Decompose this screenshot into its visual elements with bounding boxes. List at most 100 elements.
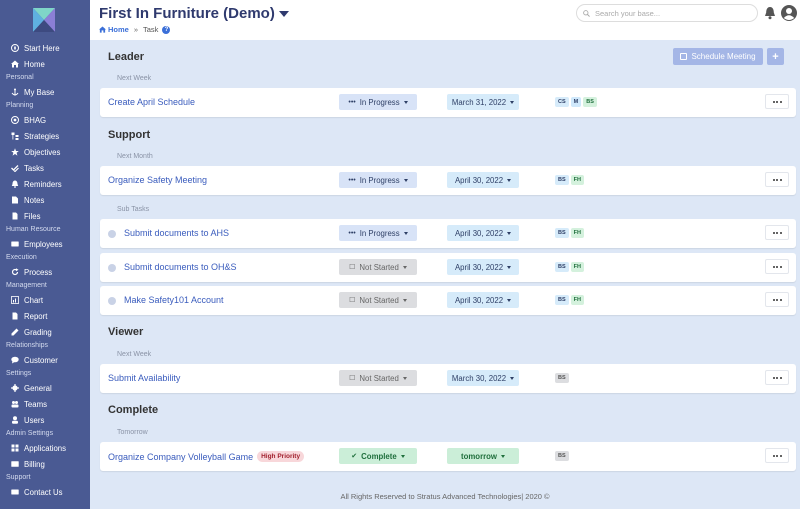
due-date-label: March 30, 2022 bbox=[451, 373, 507, 383]
more-options-button[interactable] bbox=[765, 259, 789, 274]
target-icon bbox=[10, 116, 19, 125]
page-title: First In Furniture (Demo) bbox=[99, 5, 275, 22]
calendar-icon bbox=[680, 53, 688, 60]
assignee-badge[interactable]: BS bbox=[583, 97, 597, 107]
more-options-button[interactable] bbox=[765, 94, 789, 109]
search-input[interactable] bbox=[595, 8, 745, 18]
task-name-link[interactable]: Make Safety101 Account bbox=[124, 295, 224, 305]
due-date-dropdown[interactable]: March 31, 2022 bbox=[447, 94, 519, 110]
status-dropdown[interactable]: ☐ Not Started bbox=[339, 370, 417, 386]
caret-down-icon bbox=[403, 231, 408, 235]
assignee-badge[interactable]: BS bbox=[555, 451, 569, 461]
sidebar-item-grading[interactable]: Grading bbox=[0, 324, 90, 340]
user-avatar-icon[interactable] bbox=[781, 5, 797, 21]
more-options-button[interactable] bbox=[765, 225, 789, 240]
sidebar-item-notes[interactable]: Notes bbox=[0, 192, 90, 208]
due-date-dropdown[interactable]: April 30, 2022 bbox=[447, 259, 519, 275]
status-dropdown[interactable]: ••• In Progress bbox=[339, 94, 417, 110]
assignee-badge[interactable]: BS bbox=[555, 295, 569, 305]
sidebar-item-contact-us[interactable]: Contact Us bbox=[0, 484, 90, 500]
due-date-dropdown[interactable]: April 30, 2022 bbox=[447, 172, 519, 188]
due-date-dropdown[interactable]: April 30, 2022 bbox=[447, 225, 519, 241]
assignee-badge[interactable]: BS bbox=[555, 175, 569, 185]
sidebar-item-teams[interactable]: Teams bbox=[0, 396, 90, 412]
sidebar-item-reminders[interactable]: Reminders bbox=[0, 176, 90, 192]
sidebar-item-files[interactable]: Files bbox=[0, 208, 90, 224]
sidebar-item-label: Objectives bbox=[24, 147, 61, 157]
notifications-bell-icon[interactable] bbox=[763, 6, 777, 20]
more-options-button[interactable] bbox=[765, 370, 789, 385]
sidebar-item-customer[interactable]: Customer bbox=[0, 352, 90, 368]
status-label: Not Started bbox=[359, 373, 399, 383]
sidebar-section-human-resource: Human Resource bbox=[6, 226, 61, 233]
due-date-dropdown[interactable]: April 30, 2022 bbox=[447, 292, 519, 308]
task-name-link[interactable]: Create April Schedule bbox=[108, 97, 195, 107]
sidebar-item-users[interactable]: Users bbox=[0, 412, 90, 428]
anchor-icon bbox=[10, 88, 19, 97]
more-options-button[interactable] bbox=[765, 172, 789, 187]
due-date-label: March 31, 2022 bbox=[451, 97, 507, 107]
group-subheading: Next Week bbox=[117, 75, 152, 82]
task-row: Organize Safety Meeting ••• In Progress A… bbox=[100, 166, 796, 195]
caret-down-icon bbox=[402, 265, 407, 269]
help-icon[interactable]: ? bbox=[162, 25, 171, 34]
task-name-link[interactable]: Organize Company Volleyball Game High Pri… bbox=[108, 451, 305, 462]
status-label: Not Started bbox=[359, 295, 399, 305]
assignee-badge[interactable]: CS bbox=[555, 97, 569, 107]
ellipsis-icon: ••• bbox=[348, 229, 356, 237]
sidebar-item-employees[interactable]: Employees bbox=[0, 236, 90, 252]
status-label: In Progress bbox=[359, 228, 400, 238]
status-dropdown[interactable]: ✔ Complete bbox=[339, 448, 417, 464]
task-name-link[interactable]: Organize Safety Meeting bbox=[108, 175, 207, 185]
caret-down-icon bbox=[400, 454, 405, 458]
breadcrumb-home[interactable]: Home bbox=[99, 25, 129, 34]
sidebar-section-personal: Personal bbox=[6, 74, 34, 81]
sidebar-item-objectives[interactable]: Objectives bbox=[0, 144, 90, 160]
status-dropdown[interactable]: ☐ Not Started bbox=[339, 259, 417, 275]
assignee-badge[interactable]: FH bbox=[570, 262, 584, 272]
sidebar-item-applications[interactable]: Applications bbox=[0, 440, 90, 456]
sidebar-item-tasks[interactable]: Tasks bbox=[0, 160, 90, 176]
sidebar-item-process[interactable]: Process bbox=[0, 264, 90, 280]
app-logo[interactable] bbox=[33, 8, 55, 32]
assignee-badge[interactable]: FH bbox=[570, 228, 584, 238]
sidebar-item-bhag[interactable]: BHAG bbox=[0, 112, 90, 128]
assignee-badge[interactable]: BS bbox=[555, 228, 569, 238]
due-date-dropdown[interactable]: tomorrow bbox=[447, 448, 519, 464]
more-options-button[interactable] bbox=[765, 292, 789, 307]
assignee-badge[interactable]: FH bbox=[570, 295, 584, 305]
due-date-label: April 30, 2022 bbox=[454, 262, 504, 272]
base-switcher[interactable]: First In Furniture (Demo) bbox=[99, 5, 289, 22]
task-name-link[interactable]: Submit Availability bbox=[108, 373, 180, 383]
sidebar-item-general[interactable]: General bbox=[0, 380, 90, 396]
schedule-meeting-button[interactable]: Schedule Meeting bbox=[673, 48, 763, 65]
caret-down-icon bbox=[500, 454, 505, 458]
group-subheading: Next Week bbox=[117, 351, 152, 358]
task-name-link[interactable]: Submit documents to AHS bbox=[124, 228, 229, 238]
sidebar-item-label: Home bbox=[24, 59, 45, 69]
assignee-badge[interactable]: M bbox=[570, 97, 582, 107]
more-options-button[interactable] bbox=[765, 448, 789, 463]
sidebar-item-chart[interactable]: Chart bbox=[0, 292, 90, 308]
status-dropdown[interactable]: ••• In Progress bbox=[339, 172, 417, 188]
assignee-badge[interactable]: FH bbox=[570, 175, 584, 185]
add-task-button[interactable]: + bbox=[767, 48, 784, 65]
sidebar-item-report[interactable]: Report bbox=[0, 308, 90, 324]
sidebar-item-strategies[interactable]: Strategies bbox=[0, 128, 90, 144]
user-icon bbox=[10, 416, 19, 425]
status-dropdown[interactable]: ☐ Not Started bbox=[339, 292, 417, 308]
sidebar-item-my-base[interactable]: My Base bbox=[0, 84, 90, 100]
status-dropdown[interactable]: ••• In Progress bbox=[339, 225, 417, 241]
due-date-dropdown[interactable]: March 30, 2022 bbox=[447, 370, 519, 386]
assignee-badge[interactable]: BS bbox=[555, 373, 569, 383]
task-name-link[interactable]: Submit documents to OH&S bbox=[124, 262, 237, 272]
sidebar-item-label: Billing bbox=[24, 459, 45, 469]
assignee-badge[interactable]: BS bbox=[555, 262, 569, 272]
sidebar-item-billing[interactable]: Billing bbox=[0, 456, 90, 472]
group-subheading: Tomorrow bbox=[117, 429, 148, 436]
due-date-label: April 30, 2022 bbox=[454, 175, 504, 185]
sidebar-item-label: General bbox=[24, 383, 52, 393]
sidebar-item-start-here[interactable]: Start Here bbox=[0, 40, 90, 56]
group-subheading: Next Month bbox=[117, 153, 153, 160]
sidebar-item-home[interactable]: Home bbox=[0, 56, 90, 72]
